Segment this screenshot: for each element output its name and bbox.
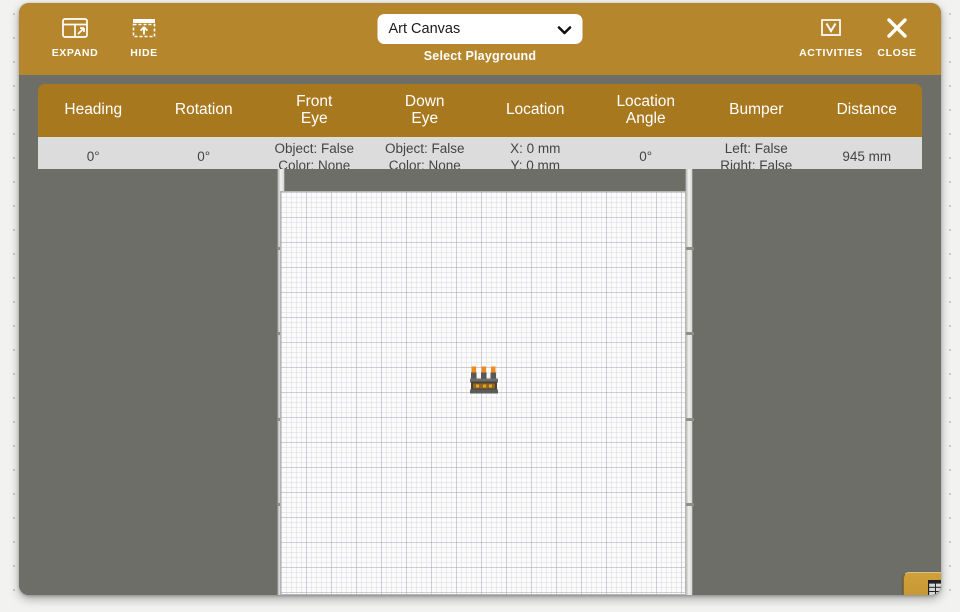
robot-sprite[interactable] xyxy=(469,365,499,396)
column-header-bumper: Bumper xyxy=(701,84,812,137)
splitter-notch xyxy=(686,247,694,250)
column-header-rotation: Rotation xyxy=(148,84,259,137)
robot-status-table: Heading Rotation Front Eye Down Eye Loca… xyxy=(38,84,922,178)
right-splitter-handle[interactable] xyxy=(685,169,694,595)
splitter-notch xyxy=(686,503,694,506)
column-header-front-eye: Front Eye xyxy=(259,84,370,137)
close-x-icon xyxy=(862,13,932,43)
close-button-label: CLOSE xyxy=(877,47,917,59)
table-header-row: Heading Rotation Front Eye Down Eye Loca… xyxy=(38,84,922,137)
expand-button[interactable]: EXPAND xyxy=(40,13,110,59)
status-table-zone: Heading Rotation Front Eye Down Eye Loca… xyxy=(19,75,941,178)
hide-panel-icon xyxy=(109,13,179,43)
data-table-icon xyxy=(911,579,941,595)
activities-button[interactable]: ACTIVITIES xyxy=(796,13,866,59)
close-button[interactable]: CLOSE xyxy=(862,13,932,59)
column-header-heading: Heading xyxy=(38,84,149,137)
playground-select[interactable]: Art Canvas xyxy=(377,14,583,44)
activities-checkbox-icon xyxy=(796,13,866,43)
activities-button-label: ACTIVITIES xyxy=(799,47,863,59)
playground-caption: Select Playground xyxy=(423,49,537,63)
hide-button[interactable]: HIDE xyxy=(109,13,179,59)
art-canvas[interactable] xyxy=(280,191,686,595)
column-header-distance: Distance xyxy=(811,84,922,137)
playground-stage: 00:00:0 xyxy=(19,169,941,595)
expand-button-label: EXPAND xyxy=(51,47,99,59)
playground-window: EXPAND HIDE Art Canvas Select Playground… xyxy=(19,3,941,595)
column-header-location-angle: Location Angle xyxy=(590,84,701,137)
playground-selector-group: Art Canvas Select Playground xyxy=(377,14,583,63)
splitter-notch xyxy=(686,332,694,335)
column-header-location: Location xyxy=(480,84,591,137)
splitter-notch xyxy=(686,418,694,421)
hide-button-label: HIDE xyxy=(130,47,158,59)
column-header-down-eye: Down Eye xyxy=(369,84,480,137)
data-table-button[interactable] xyxy=(903,572,941,595)
window-toolbar: EXPAND HIDE Art Canvas Select Playground… xyxy=(19,3,941,75)
expand-window-icon xyxy=(40,13,110,43)
